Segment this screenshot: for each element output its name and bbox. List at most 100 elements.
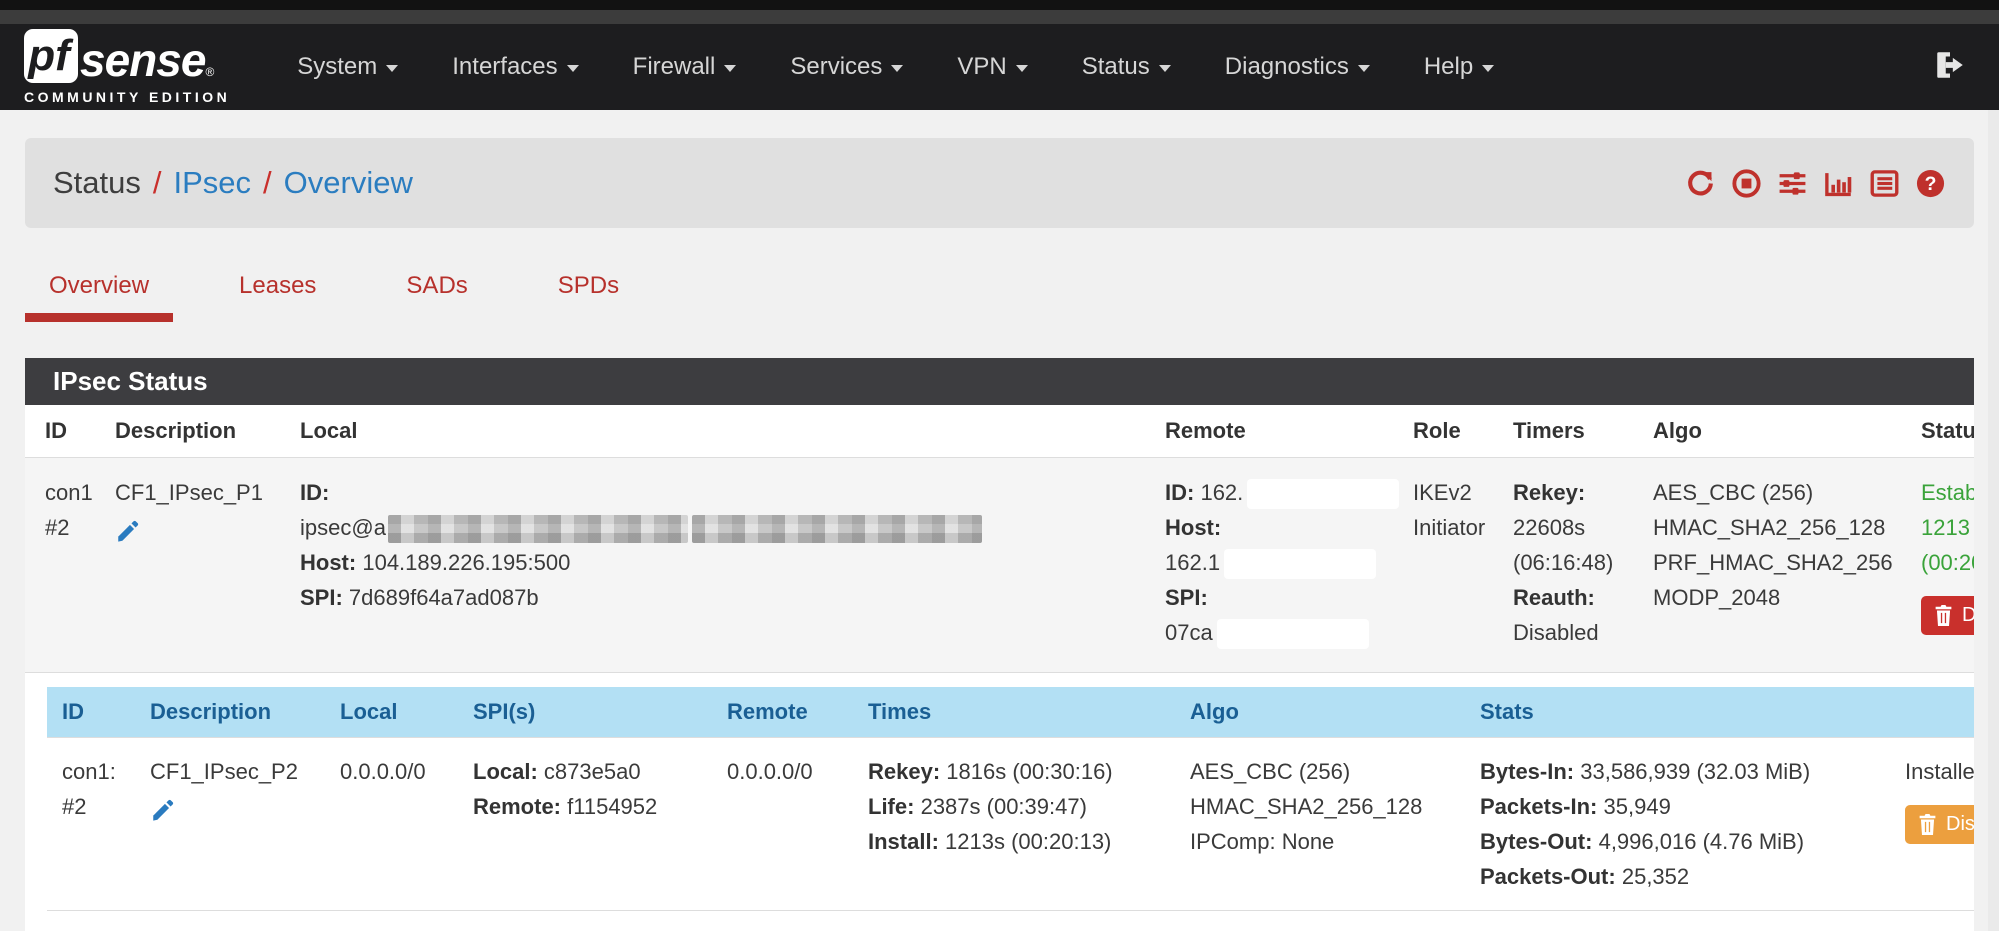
table-row: con1: #2 CF1_IPsec_P2	[47, 738, 1974, 911]
header-strip	[0, 10, 1999, 24]
svg-text:?: ?	[1925, 172, 1937, 194]
nav-menu-help[interactable]: Help	[1397, 53, 1521, 81]
chevron-down-icon	[891, 65, 903, 72]
nav-menu-firewall[interactable]: Firewall	[606, 53, 764, 81]
tab-spds[interactable]: SPDs	[534, 272, 643, 322]
bar-chart-icon[interactable]	[1823, 168, 1854, 199]
pfsense-logo[interactable]: pf sense ® COMMUNITY EDITION	[24, 29, 230, 105]
ike-table-header-row: ID Description Local Remote Role Timers …	[25, 405, 1974, 458]
window-top-line	[0, 0, 1999, 10]
sign-out-icon[interactable]	[1933, 48, 1967, 87]
chevron-down-icon	[567, 65, 579, 72]
registered-mark: ®	[205, 65, 214, 79]
stop-service-icon[interactable]	[1731, 168, 1762, 199]
child-id-cell: con1: #2	[47, 738, 135, 911]
ike-status-cell: Established 1213 seconds (00:20:13) Disc…	[1901, 458, 1974, 673]
ipsec-status-panel: IPsec Status ID Description Local Remote…	[25, 358, 1974, 931]
child-id-line2: #2	[62, 789, 129, 824]
disconnect-child-button[interactable]: Disconnect	[1905, 805, 1974, 844]
ike-description: CF1_IPsec_P1	[115, 475, 274, 510]
algo-line: MODP_2048	[1653, 580, 1895, 615]
ike-role-cell: IKEv2 Initiator	[1393, 458, 1493, 673]
nav-menu-system[interactable]: System	[270, 53, 425, 81]
child-col-header-algo: Algo	[1175, 687, 1465, 738]
nav-menu-system-label: System	[297, 53, 377, 81]
col-header-remote: Remote	[1145, 405, 1393, 458]
nav-menu-diagnostics[interactable]: Diagnostics	[1198, 53, 1397, 81]
pf-logo-box: pf	[24, 29, 78, 83]
ike-description-cell: CF1_IPsec_P1	[95, 458, 280, 673]
settings-sliders-icon[interactable]	[1777, 168, 1808, 199]
child-sa-row-wrapper: ID Description Local SPI(s) Remote Times…	[25, 673, 1974, 931]
edit-pencil-icon[interactable]	[150, 797, 176, 829]
edit-pencil-icon[interactable]	[115, 518, 141, 550]
child-col-header-remote: Remote	[712, 687, 853, 738]
refresh-icon[interactable]	[1685, 168, 1716, 199]
time-label: Life:	[868, 794, 914, 819]
help-icon[interactable]: ?	[1915, 168, 1946, 199]
stat-value: 25,352	[1622, 864, 1689, 889]
role-line2: Initiator	[1413, 510, 1487, 545]
child-description: CF1_IPsec_P2	[150, 754, 319, 789]
ike-timers-cell: Rekey: 22608s (06:16:48) Reauth: Disable…	[1493, 458, 1633, 673]
col-header-role: Role	[1393, 405, 1493, 458]
breadcrumb-link-overview[interactable]: Overview	[284, 165, 413, 201]
local-id-value: ipsec@a	[300, 515, 386, 540]
child-times-cell: Rekey: 1816s (00:30:16) Life: 2387s (00:…	[853, 738, 1175, 911]
nav-menu-interfaces[interactable]: Interfaces	[425, 53, 605, 81]
tab-overview[interactable]: Overview	[25, 272, 173, 322]
chevron-down-icon	[1016, 65, 1028, 72]
child-col-header-times: Times	[853, 687, 1175, 738]
scrollbar-track[interactable]	[1988, 110, 1999, 931]
nav-menu-vpn-label: VPN	[957, 53, 1006, 81]
stat-value: 35,949	[1604, 794, 1671, 819]
ike-local-cell: ID: ipsec@a Host: 104.189.226.195:500 SP…	[280, 458, 1145, 673]
algo-line: IPComp: None	[1190, 824, 1459, 859]
nav-menu-help-label: Help	[1424, 53, 1473, 81]
algo-line: HMAC_SHA2_256_128	[1190, 789, 1459, 824]
spi-remote-value: f1154952	[567, 794, 657, 819]
time-label: Rekey:	[868, 759, 940, 784]
remote-host-value: 162.1	[1165, 550, 1220, 575]
algo-line: AES_CBC (256)	[1653, 475, 1895, 510]
chevron-down-icon	[724, 65, 736, 72]
nav-menu-firewall-label: Firewall	[633, 53, 716, 81]
ike-id-cell: con1 #2	[25, 458, 95, 673]
child-local-subnet: 0.0.0.0/0	[340, 754, 452, 789]
rekey-value: 22608s	[1513, 510, 1627, 545]
list-view-icon[interactable]	[1869, 168, 1900, 199]
chevron-down-icon	[1482, 65, 1494, 72]
status-age-seconds: 1213 seconds	[1921, 510, 1974, 545]
stat-label: Bytes-Out:	[1480, 829, 1592, 854]
tab-leases[interactable]: Leases	[215, 272, 340, 322]
disconnect-button[interactable]: Disconnect	[1921, 596, 1974, 635]
reauth-label: Reauth:	[1513, 585, 1595, 610]
nav-menu-status[interactable]: Status	[1055, 53, 1198, 81]
spi-local-label: Local:	[473, 759, 538, 784]
tab-sads[interactable]: SADs	[382, 272, 491, 322]
col-header-description: Description	[95, 405, 280, 458]
col-header-id: ID	[25, 405, 95, 458]
page-tabs: Overview Leases SADs SPDs	[25, 272, 1974, 322]
breadcrumb-link-ipsec[interactable]: IPsec	[174, 165, 252, 201]
spi-local-value: c873e5a0	[544, 759, 641, 784]
breadcrumb-action-icons: ?	[1685, 168, 1946, 199]
nav-menu-vpn[interactable]: VPN	[930, 53, 1054, 81]
remote-id-label: ID:	[1165, 480, 1194, 505]
local-spi-label: SPI:	[300, 585, 343, 610]
child-sa-container: ID Description Local SPI(s) Remote Times…	[25, 673, 1974, 931]
child-state-installed: Installed	[1905, 754, 1974, 789]
stat-label: Packets-Out:	[1480, 864, 1616, 889]
child-id-line1: con1:	[62, 754, 129, 789]
child-local-cell: 0.0.0.0/0	[325, 738, 458, 911]
role-line1: IKEv2	[1413, 475, 1487, 510]
spi-remote-label: Remote:	[473, 794, 561, 819]
nav-menu-services-label: Services	[790, 53, 882, 81]
breadcrumb: Status / IPsec / Overview	[53, 165, 413, 201]
child-actions-cell: Installed Disconnect	[1890, 738, 1974, 911]
algo-line: PRF_HMAC_SHA2_256	[1653, 545, 1895, 580]
reauth-value: Disabled	[1513, 615, 1627, 650]
breadcrumb-bar: Status / IPsec / Overview ?	[25, 138, 1974, 228]
nav-menu-services[interactable]: Services	[763, 53, 930, 81]
chevron-down-icon	[1159, 65, 1171, 72]
